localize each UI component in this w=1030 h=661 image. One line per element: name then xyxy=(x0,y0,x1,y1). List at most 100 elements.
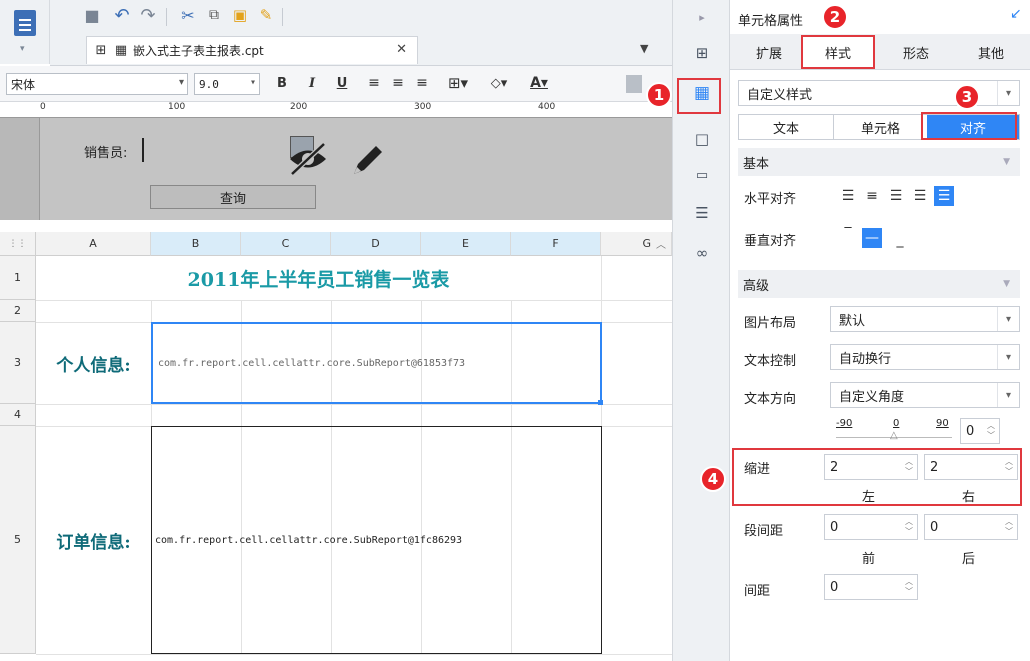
link-icon[interactable]: ∞ xyxy=(689,240,715,266)
align-right-icon[interactable]: ☰ xyxy=(886,186,906,206)
indent-right-input[interactable]: 2 ︿ ﹀ xyxy=(924,454,1018,480)
column-header-e[interactable]: E xyxy=(421,232,511,256)
align-right-icon[interactable]: ≡ xyxy=(412,71,432,95)
order-subreport-cell[interactable]: com.fr.report.cell.cellattr.core.SubRepo… xyxy=(151,426,602,654)
before-caption: 前 xyxy=(862,552,876,567)
angle-slider-thumb[interactable]: △ xyxy=(890,430,898,441)
copy-icon[interactable]: ⧉ xyxy=(204,5,224,25)
row-header-5[interactable]: 5 xyxy=(0,426,36,654)
redo-icon[interactable]: ↷ xyxy=(138,5,158,26)
freeze-icon[interactable] xyxy=(626,75,642,93)
undo-icon[interactable]: ↶ xyxy=(112,5,132,26)
row-header-4[interactable]: 4 xyxy=(0,404,36,426)
column-header-b[interactable]: B xyxy=(151,232,241,256)
tab-style[interactable]: 样式 xyxy=(801,35,875,69)
row-header-2[interactable]: 2 xyxy=(0,300,36,322)
tab-menu-icon[interactable]: ▼ xyxy=(640,42,648,55)
align-left-icon[interactable]: ☰ xyxy=(838,186,858,206)
ruler-tick: 100 xyxy=(168,102,186,112)
text-direction-value: 自定义角度 xyxy=(839,389,905,405)
report-title-cell[interactable]: 2011年上半年员工销售一览表 xyxy=(36,256,601,300)
file-tab-label: 嵌入式主子表主报表.cpt xyxy=(133,44,264,58)
subtab-cell[interactable]: 单元格 xyxy=(833,115,927,139)
column-header-a[interactable]: A xyxy=(36,232,151,256)
tab-other[interactable]: 其他 xyxy=(955,35,1027,69)
spinner-icon[interactable]: ︿ ﹀ xyxy=(903,456,915,478)
align-top-icon[interactable]: ‾ xyxy=(838,226,858,246)
close-icon[interactable]: ✕ xyxy=(396,42,407,57)
row-header-1[interactable]: 1 xyxy=(0,256,36,300)
align-default-icon[interactable]: ☰ xyxy=(934,186,954,206)
frame-icon[interactable]: □ xyxy=(689,126,715,152)
expand-icon[interactable]: ↙ xyxy=(1010,6,1022,22)
template-icon[interactable]: ⊞ xyxy=(689,40,715,66)
paragraph-spacing-label: 段间距 xyxy=(744,524,784,539)
personal-info-label[interactable]: 个人信息: xyxy=(36,322,151,404)
spinner-icon[interactable]: ︿ ﹀ xyxy=(985,420,997,442)
app-logo[interactable]: ▾ xyxy=(0,0,50,64)
spacing-input[interactable]: 0 ︿ ﹀ xyxy=(824,574,918,600)
file-tab[interactable]: ⊞ ▦ 嵌入式主子表主报表.cpt ✕ xyxy=(86,36,418,64)
section-basic-label: 基本 xyxy=(743,156,770,172)
vertical-ruler xyxy=(0,118,40,220)
align-center-icon[interactable]: ≡ xyxy=(388,71,408,95)
image-layout-select[interactable]: 默认 ▾ xyxy=(830,306,1020,332)
align-bottom-icon[interactable]: _ xyxy=(890,228,910,248)
text-control-select[interactable]: 自动换行 ▾ xyxy=(830,344,1020,370)
salesperson-label: 销售员: xyxy=(84,146,128,161)
query-button[interactable]: 查询 xyxy=(150,185,316,209)
widget-icon[interactable]: ▭ xyxy=(689,162,715,188)
align-middle-icon[interactable]: — xyxy=(862,228,882,248)
scroll-up-icon[interactable]: ︿ xyxy=(656,236,666,251)
align-justify-icon[interactable]: ☰ xyxy=(910,186,930,206)
fill-color-icon[interactable]: ◇▾ xyxy=(484,71,514,95)
collapse-right-icon[interactable]: ▸ xyxy=(689,4,715,30)
bold-button[interactable]: B xyxy=(272,71,292,95)
paste-icon[interactable]: ▣ xyxy=(230,5,250,25)
align-left-icon[interactable]: ≡ xyxy=(364,71,384,95)
row-header-3[interactable]: 3 xyxy=(0,322,36,404)
spinner-icon[interactable]: ︿ ﹀ xyxy=(1003,516,1015,538)
spacing-label: 间距 xyxy=(744,584,771,599)
paragraph-after-input[interactable]: 0 ︿ ﹀ xyxy=(924,514,1018,540)
format-painter-icon[interactable]: ✎ xyxy=(256,5,276,25)
step-badge-4: 4 xyxy=(700,466,726,492)
text-direction-select[interactable]: 自定义角度 ▾ xyxy=(830,382,1020,408)
fill-handle[interactable] xyxy=(598,400,603,405)
section-advanced-label: 高级 xyxy=(743,278,770,294)
tab-expand[interactable]: 扩展 xyxy=(734,35,804,69)
indent-left-input[interactable]: 2 ︿ ﹀ xyxy=(824,454,918,480)
section-advanced[interactable]: 高级 ▼ xyxy=(738,270,1020,298)
subtab-text[interactable]: 文本 xyxy=(739,115,833,139)
spinner-icon[interactable]: ︿ ﹀ xyxy=(1003,456,1015,478)
cut-icon[interactable]: ✂ xyxy=(178,5,198,25)
align-center-icon[interactable]: ≡ xyxy=(862,186,882,206)
left-caption: 左 xyxy=(862,490,876,505)
hidden-eye-icon xyxy=(290,142,326,176)
chevron-down-icon: ▼ xyxy=(1003,279,1010,289)
grid-line xyxy=(36,404,672,405)
angle-input[interactable]: 0 ︿ ﹀ xyxy=(960,418,1000,444)
select-all-corner[interactable]: ⋮⋮ xyxy=(0,232,36,256)
list-icon[interactable]: ☰ xyxy=(689,200,715,226)
h-align-label: 水平对齐 xyxy=(744,192,797,207)
spinner-icon[interactable]: ︿ ﹀ xyxy=(903,576,915,598)
tab-form[interactable]: 形态 xyxy=(880,35,952,69)
column-header-c[interactable]: C xyxy=(241,232,331,256)
personal-subreport-cell[interactable]: com.fr.report.cell.cellattr.core.SubRepo… xyxy=(151,322,602,404)
font-name-select[interactable]: 宋体 ▾ xyxy=(6,73,188,95)
save-icon[interactable]: ■ xyxy=(82,5,102,25)
paragraph-before-input[interactable]: 0 ︿ ﹀ xyxy=(824,514,918,540)
italic-button[interactable]: I xyxy=(302,71,322,95)
column-header-f[interactable]: F xyxy=(511,232,601,256)
font-color-icon[interactable]: A▾ xyxy=(522,71,556,95)
section-basic[interactable]: 基本 ▼ xyxy=(738,148,1020,176)
column-header-d[interactable]: D xyxy=(331,232,421,256)
font-size-select[interactable]: 9.0 ▾ xyxy=(194,73,260,95)
spinner-icon[interactable]: ︿ ﹀ xyxy=(903,516,915,538)
style-mode-value: 自定义样式 xyxy=(747,87,813,103)
border-icon[interactable]: ⊞▾ xyxy=(444,71,472,95)
order-info-label[interactable]: 订单信息: xyxy=(36,426,151,654)
underline-button[interactable]: U xyxy=(332,71,352,95)
divider xyxy=(282,8,283,26)
